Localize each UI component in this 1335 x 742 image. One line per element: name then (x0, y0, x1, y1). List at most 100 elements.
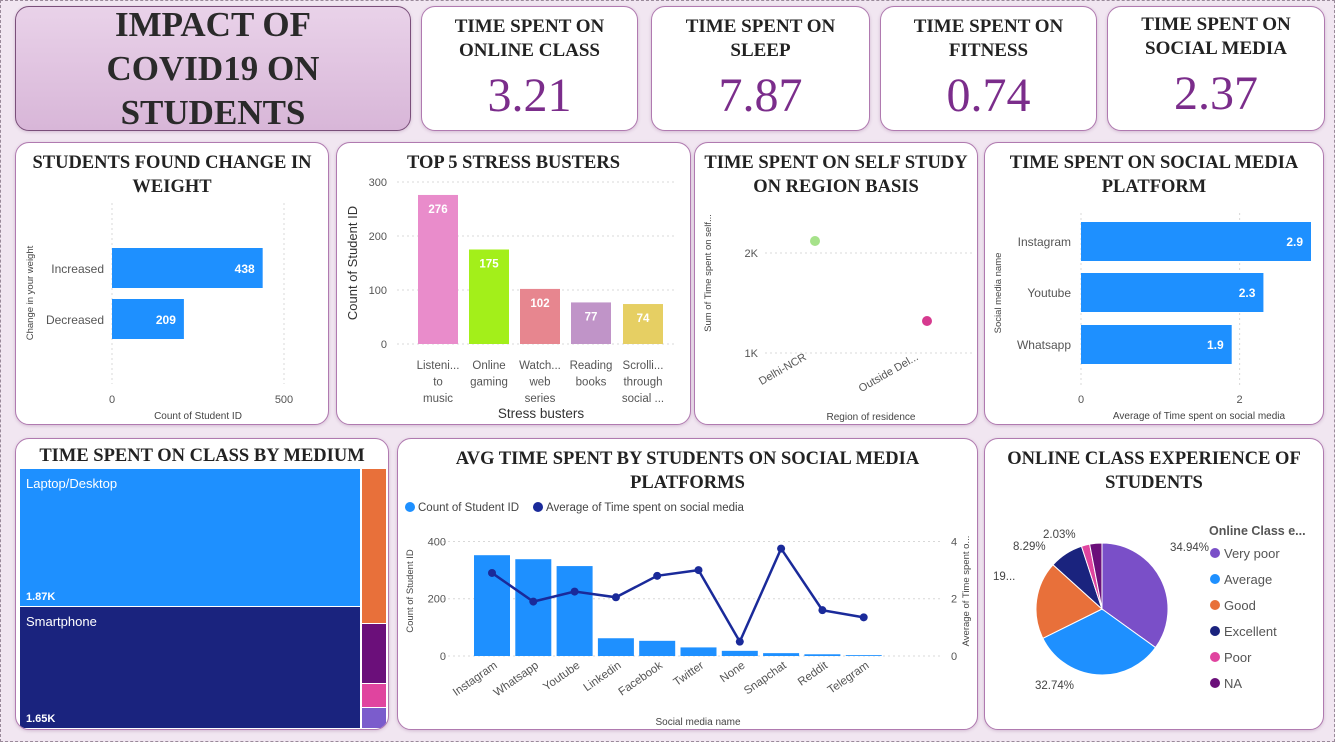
x-category-label: Reddit (796, 659, 831, 688)
data-label: 74 (637, 313, 650, 325)
weight-chart: 0 500 Increased 438 Decreased 209 Count of Stu… (25, 203, 293, 422)
y-axis-label: Change in your weight (25, 245, 36, 340)
x-category-label: Telegram (826, 660, 872, 697)
x-category-label: Twitter (672, 660, 707, 689)
x-category-label: Outside Del... (857, 351, 921, 395)
y-category-label: Youtube (1027, 286, 1071, 300)
x-category-label: gaming (470, 377, 508, 389)
x-category-label: web (528, 377, 550, 389)
bar (597, 638, 634, 656)
treemap-tile (362, 469, 386, 623)
treemap-tile-name: Smartphone (26, 614, 97, 629)
class-medium-treemap: Laptop/Desktop 1.87K Smartphone 1.65K (20, 469, 386, 728)
x-category-label: through (623, 377, 662, 389)
line-point (611, 593, 620, 602)
treemap-tile (362, 684, 386, 707)
bar (845, 655, 882, 656)
x-category-label: Watch... (519, 360, 561, 372)
data-label: 77 (585, 311, 598, 323)
treemap-tile-value: 1.65K (26, 713, 55, 725)
legend-label: Good (1224, 598, 1256, 613)
x-category-label: series (525, 393, 556, 405)
y-tick-label: 0 (440, 651, 446, 663)
kpi-card-online-class: TIME SPENT ON ONLINE CLASS 3.21 (421, 6, 638, 131)
line-point (859, 613, 868, 622)
x-category-label: to (433, 377, 443, 389)
legend-title: Online Class e... (1209, 524, 1306, 538)
y-tick-label: 100 (369, 285, 387, 297)
legend-label: Very poor (1224, 546, 1280, 561)
y-category-label: Decreased (46, 313, 104, 327)
data-label: 1.9 (1207, 338, 1224, 352)
kpi-label: TIME SPENT ON ONLINE CLASS (454, 16, 605, 61)
x-tick-label: 2 (1237, 394, 1243, 406)
data-label: 209 (156, 313, 176, 327)
y-tick-label: 200 (428, 594, 446, 606)
kpi-card-fitness: TIME SPENT ON FITNESS 0.74 (880, 6, 1097, 131)
kpi-card-sleep: TIME SPENT ON SLEEP 7.87 (651, 6, 870, 131)
y-axis-label: Count of Student ID (345, 206, 360, 320)
data-label: 276 (428, 204, 447, 216)
line-point (735, 637, 744, 646)
x-tick-label: 0 (109, 394, 115, 406)
stress-chart-card: TOP 5 STRESS BUSTERS 0 100 200 300 276 Listen… (336, 142, 691, 425)
dashboard-title-card: IMPACT OF COVID19 ON STUDENTS (15, 6, 411, 131)
x-category-label: Snapchat (742, 659, 789, 697)
line-point (694, 566, 703, 575)
kpi-value: 0.74 (946, 69, 1031, 122)
data-label: 175 (479, 259, 499, 271)
bar (639, 640, 676, 656)
bar (721, 650, 758, 656)
y2-tick-label: 2 (951, 594, 957, 606)
treemap-tile-name: Laptop/Desktop (26, 476, 117, 491)
legend-label: Count of Student ID (418, 502, 519, 514)
combo-chart-card: AVG TIME SPENT BY STUDENTS ON SOCIAL MED… (397, 438, 978, 730)
slice-label: 34.94% (1170, 542, 1209, 554)
kpi-value: 2.37 (1174, 67, 1258, 120)
treemap-tile-value: 1.87K (26, 591, 55, 603)
y-tick-label: 2K (745, 248, 759, 260)
self-study-chart: 1K 2K Delhi-NCR Outside Del... Region of res… (703, 214, 973, 423)
x-tick-label: 500 (275, 394, 293, 406)
social-media-combo-chart: Count of Student ID Average of Time spent… (405, 502, 972, 728)
x-category-label: Scrolli... (623, 360, 664, 372)
x-axis-label: Count of Student ID (154, 411, 242, 422)
legend-marker (1210, 548, 1220, 558)
kpi-label: TIME SPENT ON FITNESS (913, 16, 1064, 61)
x-category-label: Online (472, 360, 505, 372)
x-category-label: music (423, 393, 453, 405)
x-axis-label: Social media name (655, 717, 740, 728)
y-axis-label: Social media name (993, 253, 1004, 334)
treemap-card: TIME SPENT ON CLASS BY MEDIUM Laptop/Des… (15, 438, 389, 730)
bar (804, 654, 841, 656)
bar (418, 194, 458, 344)
x-category-label: books (576, 377, 607, 389)
kpi-label: TIME SPENT ON SOCIAL MEDIA (1141, 14, 1291, 59)
dashboard-title: IMPACT OF COVID19 ON STUDENTS (106, 6, 320, 131)
x-category-label: Whatsapp (492, 660, 541, 700)
social-platform-chart: 0 2 Instagram 2.9 Youtube 2.3 Whatsapp 1.9 Avera… (993, 213, 1311, 422)
scatter-point (922, 316, 932, 326)
line-point (570, 587, 579, 596)
y-category-label: Instagram (1018, 235, 1071, 249)
x-axis-label: Average of Time spent on social media (1113, 411, 1286, 422)
bar (680, 647, 717, 656)
slice-label: 32.74% (1035, 680, 1074, 692)
scatter-point (810, 236, 820, 246)
legend-label: Average of Time spent on social media (546, 502, 745, 514)
y-tick-label: 400 (428, 536, 446, 548)
stress-busters-chart: 0 100 200 300 276 Listeni... to music 175 Online g… (345, 177, 677, 421)
x-category-label: Listeni... (417, 360, 460, 372)
slice-label: 8.29% (1013, 541, 1046, 553)
x-category-label: Delhi-NCR (757, 351, 809, 388)
legend-label: Excellent (1224, 624, 1277, 639)
line-point (653, 571, 662, 580)
bar (515, 559, 552, 656)
legend-marker (1210, 600, 1220, 610)
x-category-label: Facebook (617, 659, 665, 698)
x-category-label: Youtube (541, 660, 582, 694)
legend-label: Poor (1224, 650, 1252, 665)
data-label: 2.3 (1239, 286, 1256, 300)
bar (556, 566, 593, 656)
legend-label: NA (1224, 676, 1242, 691)
